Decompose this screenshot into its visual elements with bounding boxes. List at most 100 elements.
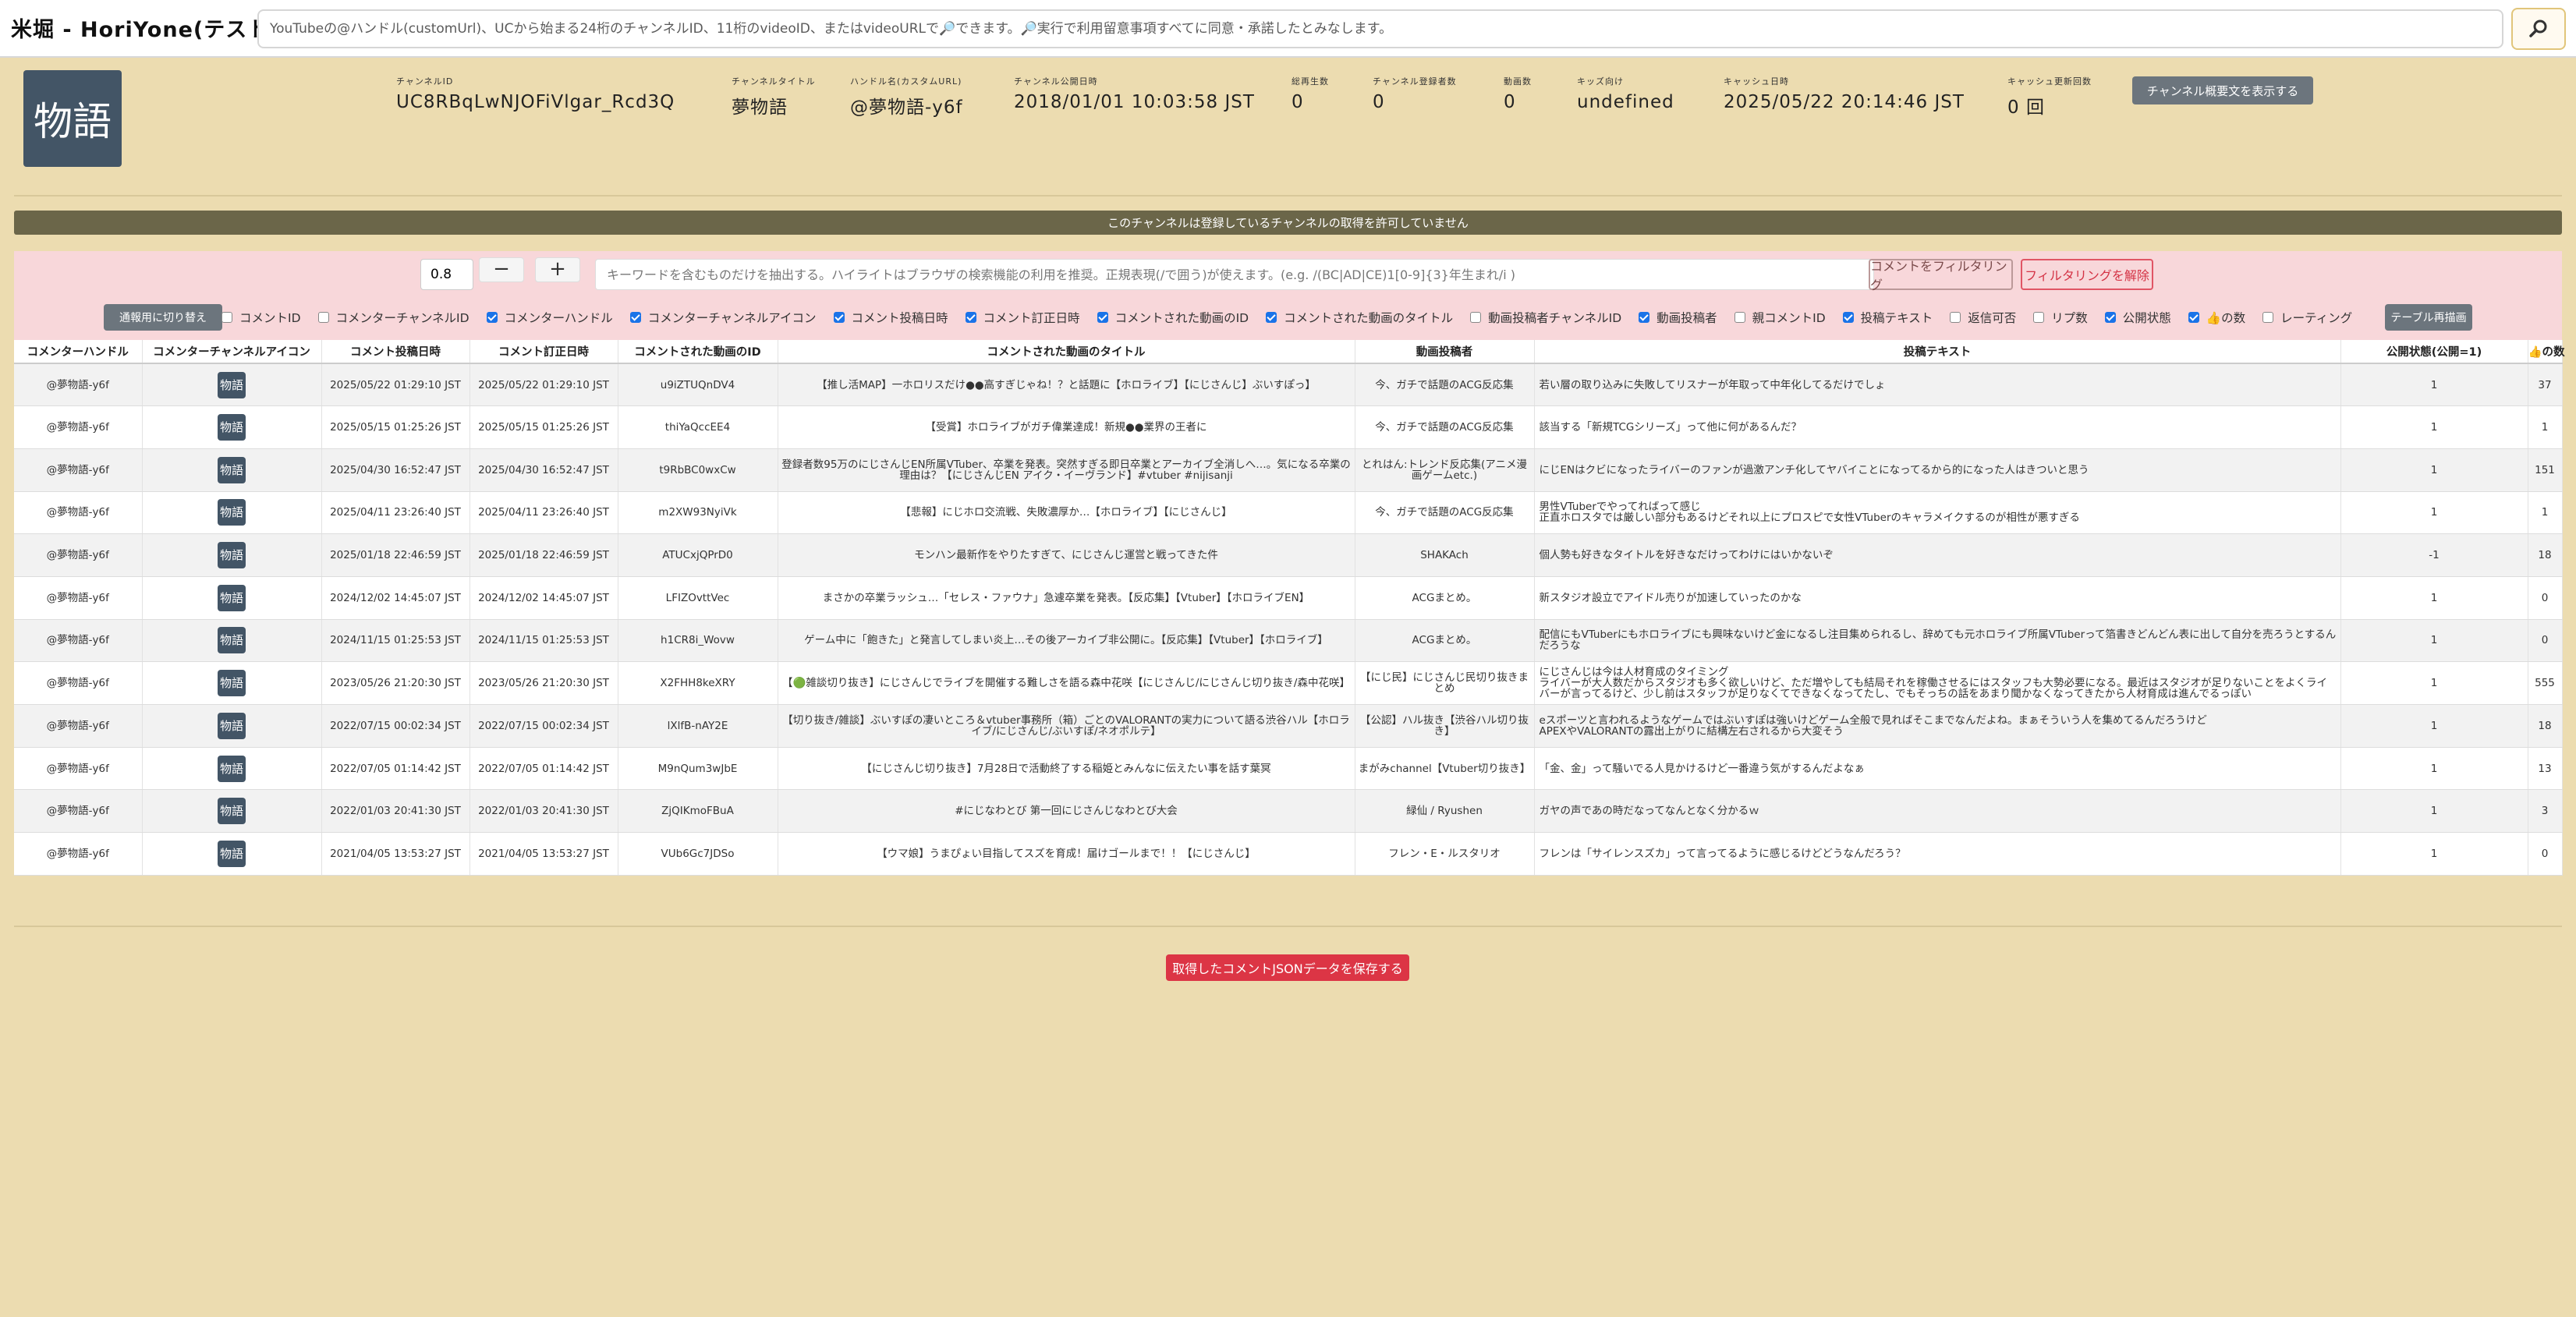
column-checkbox-label: 返信可否 [1968, 311, 2017, 325]
comments-table: コメンターハンドル コメンターチャンネルアイコン コメント投稿日時 コメント訂正日時コ… [14, 340, 2565, 876]
cell-uploader: 今、ガチで話題のACG反応集 [1355, 405, 1535, 449]
checkbox-checked-icon[interactable] [965, 312, 976, 323]
cell-public: 1 [2340, 832, 2528, 876]
cell-video-id: h1CR8i_Wovw [618, 619, 778, 663]
column-checkbox[interactable]: コメントされた動画のタイトル [1266, 309, 1453, 326]
checkbox-empty-icon[interactable] [2262, 312, 2274, 323]
table-row: @夢物語-y6f 物語 2025/05/22 01:29:10 JST 2025/05… [14, 363, 2563, 407]
filter-comments-button[interactable]: コメントをフィルタリング [1869, 259, 2013, 292]
channel-field-label: キャッシュ更新回数 [2007, 76, 2092, 87]
cell-icon: 物語 [142, 405, 322, 449]
column-checkbox[interactable]: 親コメントID [1734, 309, 1826, 326]
column-checkbox[interactable]: 👍の数 [2188, 309, 2245, 326]
checkbox-checked-icon[interactable] [1842, 312, 1854, 323]
cell-edited: 2022/07/15 00:02:34 JST [469, 704, 618, 748]
column-checkbox[interactable]: レーティング [2262, 309, 2352, 326]
column-checkbox[interactable]: 動画投稿者 [1639, 309, 1717, 326]
cell-handle: @夢物語-y6f [14, 661, 143, 705]
cell-edited: 2022/07/05 01:14:42 JST [469, 747, 618, 791]
font-scale-input[interactable] [420, 259, 473, 290]
column-checkbox[interactable]: リプ数 [2033, 309, 2088, 326]
column-checkbox[interactable]: コメントID [221, 309, 301, 326]
column-checkbox-label: コメンターチャンネルID [335, 311, 469, 325]
cell-edited: 2024/11/15 01:25:53 JST [469, 619, 618, 663]
column-checkbox[interactable]: 投稿テキスト [1842, 309, 1933, 326]
column-checkbox-label: コメントID [239, 311, 301, 325]
cell-public: 1 [2340, 491, 2528, 535]
channel-field: チャンネル公開日時 2018/01/01 10:03:58 JST [1014, 75, 1255, 112]
checkbox-empty-icon[interactable] [1734, 312, 1745, 323]
checkbox-checked-icon[interactable] [1266, 312, 1277, 323]
checkbox-empty-icon[interactable] [2033, 312, 2045, 323]
notice-bar: このチャンネルは登録しているチャンネルの取得を許可していません [14, 211, 2562, 235]
cell-handle: @夢物語-y6f [14, 619, 143, 663]
cell-public: -1 [2340, 533, 2528, 577]
column-checkbox-label: レーティング [2280, 311, 2353, 325]
report-mode-toggle[interactable]: 通報用に切り替え [104, 304, 222, 331]
show-description-button[interactable]: チャンネル概要文を表示する [2132, 76, 2313, 104]
cell-handle: @夢物語-y6f [14, 533, 143, 577]
checkbox-checked-icon[interactable] [1639, 312, 1650, 323]
checkbox-checked-icon[interactable] [486, 312, 498, 323]
search-button[interactable] [2511, 8, 2566, 50]
cell-edited: 2025/04/11 23:26:40 JST [469, 491, 618, 535]
cell-icon: 物語 [142, 661, 322, 705]
cell-icon: 物語 [142, 533, 322, 577]
checkbox-empty-icon[interactable] [221, 312, 232, 323]
column-checkbox[interactable]: コメンターチャンネルアイコン [629, 309, 817, 326]
table-row: @夢物語-y6f 物語 2025/05/15 01:25:26 JST 2025/05… [14, 405, 2563, 449]
commenter-avatar: 物語 [218, 627, 246, 654]
cell-video-id: X2FHH8keXRY [618, 661, 778, 705]
cell-icon: 物語 [142, 704, 322, 748]
redraw-table-button[interactable]: テーブル再描画 [2385, 304, 2472, 331]
cell-uploader: 今、ガチで話題のACG反応集 [1355, 491, 1535, 535]
cell-uploader: 緑仙 / Ryushen [1355, 789, 1535, 834]
save-json-button[interactable]: 取得したコメントJSONデータを保存する [1166, 954, 1409, 981]
checkbox-checked-icon[interactable] [2104, 312, 2116, 323]
table-row: @夢物語-y6f 物語 2022/07/05 01:14:42 JST 2022/07… [14, 747, 2563, 791]
commenter-avatar: 物語 [218, 712, 246, 739]
checkbox-empty-icon[interactable] [1470, 312, 1482, 323]
checkbox-empty-icon[interactable] [317, 312, 329, 323]
column-checkbox-label: 親コメントID [1752, 311, 1826, 325]
column-checkbox[interactable]: 返信可否 [1950, 309, 2016, 326]
column-checkbox[interactable]: 公開状態 [2104, 309, 2171, 326]
decrease-button[interactable]: − [479, 257, 524, 282]
column-checkbox[interactable]: コメントされた動画のID [1097, 309, 1249, 326]
cell-video-id: u9iZTUQnDV4 [618, 363, 778, 407]
column-checkbox[interactable]: コメンターチャンネルID [317, 309, 469, 326]
checkbox-checked-icon[interactable] [833, 312, 845, 323]
cell-edited: 2023/05/26 21:20:30 JST [469, 661, 618, 705]
channel-field-value: 0 [1292, 92, 1304, 112]
column-checkbox[interactable]: コメント投稿日時 [833, 309, 948, 326]
column-checkbox[interactable]: 動画投稿者チャンネルID [1470, 309, 1621, 326]
filter-panel: − + コメントをフィルタリング フィルタリングを解除 通報用に切り替え コメン… [14, 251, 2562, 340]
checkbox-empty-icon[interactable] [1950, 312, 1961, 323]
checkbox-checked-icon[interactable] [2188, 312, 2199, 323]
keyword-filter-input[interactable] [595, 259, 1874, 290]
cell-edited: 2021/04/05 13:53:27 JST [469, 832, 618, 876]
cell-video-id: VUb6Gc7JDSo [618, 832, 778, 876]
column-header: 投稿テキスト [1534, 340, 2341, 364]
commenter-avatar: 物語 [218, 371, 246, 398]
column-checkbox[interactable]: コメンターハンドル [486, 309, 613, 326]
cell-video-id: ZjQIKmoFBuA [618, 789, 778, 834]
channel-field: キッズ向け undefined [1577, 75, 1674, 112]
cell-uploader: 【公認】ハル抜き【渋谷ハル切り抜き】 [1355, 704, 1535, 748]
increase-button[interactable]: + [535, 257, 580, 282]
commenter-avatar: 物語 [218, 414, 246, 441]
column-checkbox[interactable]: コメント訂正日時 [965, 309, 1080, 326]
search-input[interactable] [257, 9, 2503, 48]
clear-filter-button[interactable]: フィルタリングを解除 [2021, 259, 2153, 290]
cell-icon: 物語 [142, 363, 322, 407]
channel-field-label: チャンネル公開日時 [1014, 76, 1098, 87]
cell-posted: 2025/05/22 01:29:10 JST [321, 363, 470, 407]
column-header: コメントされた動画のID [618, 340, 778, 364]
checkbox-checked-icon[interactable] [629, 312, 641, 323]
channel-field-label: キャッシュ日時 [1724, 76, 1789, 87]
column-checkbox-label: 投稿テキスト [1860, 311, 1933, 325]
checkbox-checked-icon[interactable] [1097, 312, 1108, 323]
cell-posted: 2021/04/05 13:53:27 JST [321, 832, 470, 876]
cell-text: 男性VTuberでやってればって感じ 正直ホロスタでは厳しい部分もあるけどそれ以… [1534, 491, 2341, 535]
column-header: コメンターチャンネルアイコン [142, 340, 322, 364]
